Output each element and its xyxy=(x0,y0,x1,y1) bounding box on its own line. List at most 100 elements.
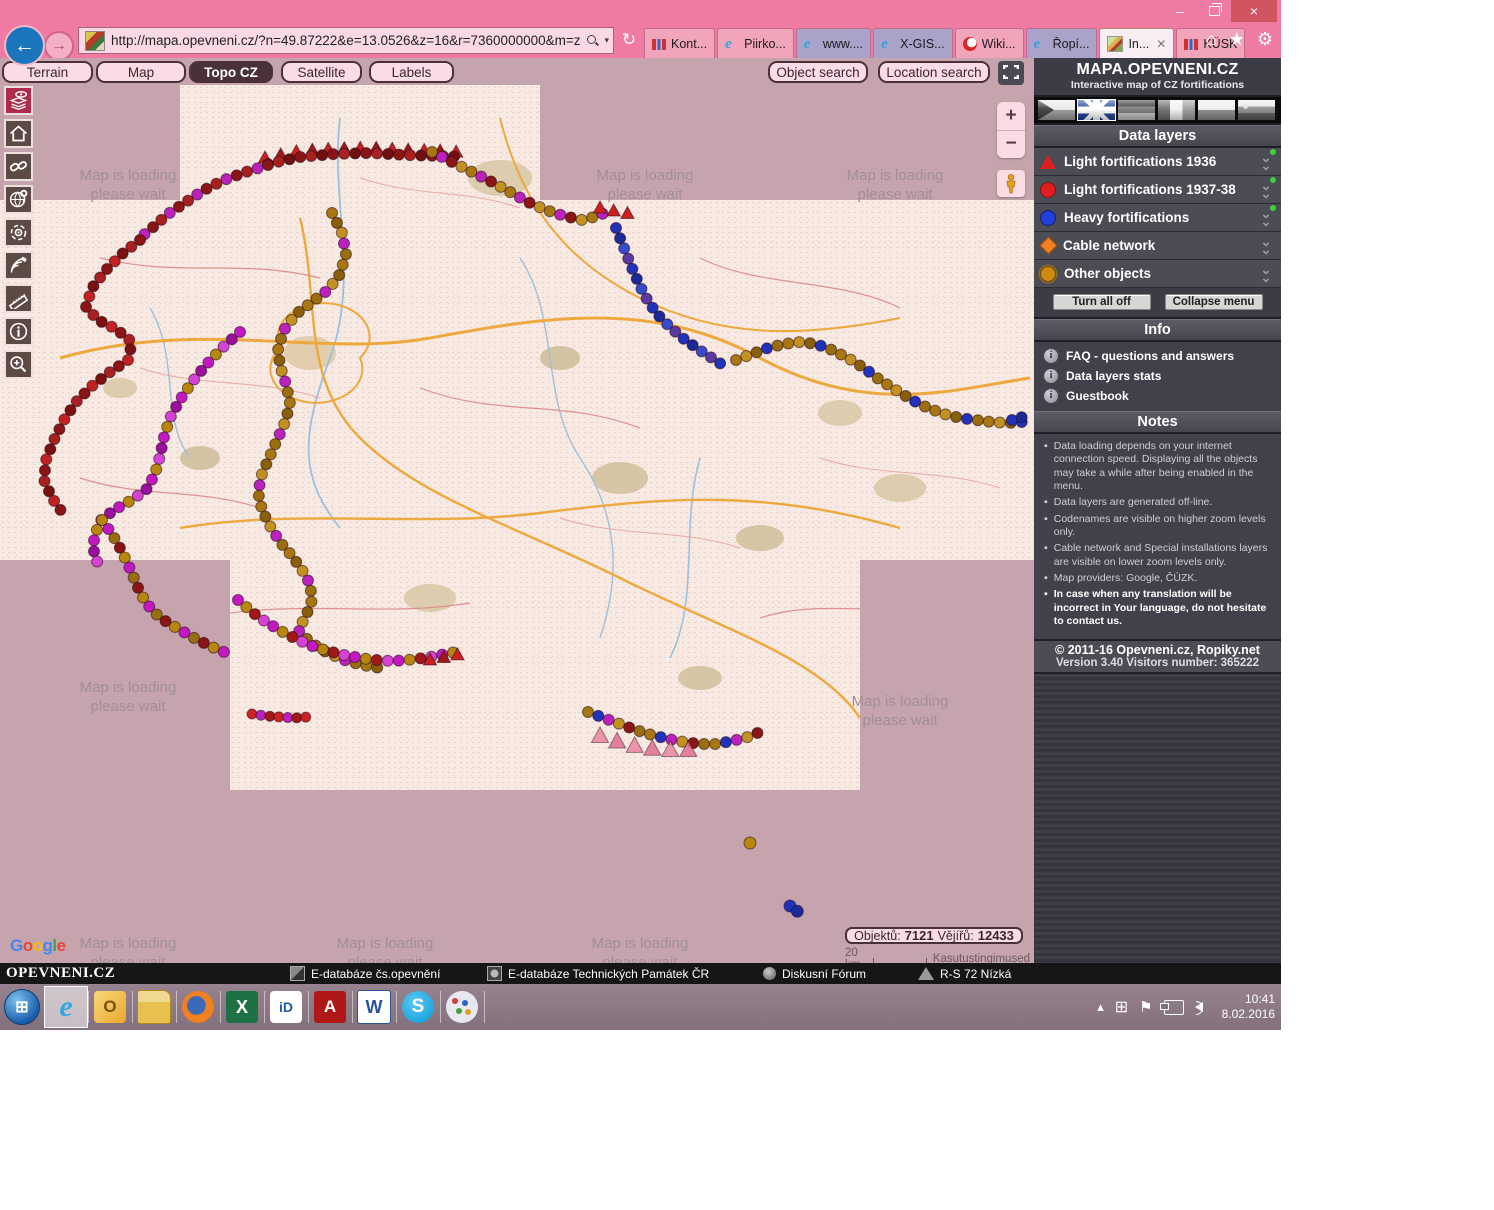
address-bar[interactable]: http://mapa.opevneni.cz/?n=49.87222&e=13… xyxy=(78,27,614,54)
browser-tab[interactable]: In...✕ xyxy=(1099,28,1174,58)
google-logo[interactable]: Google xyxy=(10,936,66,956)
excel-taskbar-icon[interactable]: X xyxy=(221,987,263,1027)
map-loading-text: Map is loadingplease wait xyxy=(337,934,434,963)
back-button[interactable]: ← xyxy=(4,25,45,66)
permalink-button[interactable] xyxy=(4,152,33,181)
german-flag[interactable] xyxy=(1118,100,1155,120)
minimize-button[interactable]: – xyxy=(1163,0,1197,22)
czech-flag[interactable] xyxy=(1038,100,1075,120)
home-icon[interactable]: ⌂ xyxy=(1206,29,1217,50)
tray-expand-icon[interactable]: ▴ xyxy=(1097,999,1104,1015)
map-loading-text: Map is loadingplease wait xyxy=(597,166,694,204)
link-forum[interactable]: Diskusní Fórum xyxy=(763,967,866,981)
firefox-taskbar-icon[interactable] xyxy=(177,987,219,1027)
restore-icon xyxy=(1209,6,1220,16)
link-rs72[interactable]: R-S 72 Nízká xyxy=(918,967,1011,981)
settings-gear-icon[interactable]: ⚙ xyxy=(1257,29,1273,50)
gps-tracking-button[interactable] xyxy=(4,251,33,280)
browser-tab[interactable]: Kont... xyxy=(644,28,715,58)
taskbar-apps: ⊞eO XiDAWS xyxy=(0,987,484,1027)
skype-icon: S xyxy=(402,991,434,1023)
clock[interactable]: 10:41 8.02.2016 xyxy=(1222,992,1275,1022)
zoom-out-button[interactable]: − xyxy=(997,130,1025,158)
browser-tab[interactable]: Wiki... xyxy=(955,28,1024,58)
speaker-icon[interactable] xyxy=(1195,1002,1203,1012)
map-type-satellite[interactable]: Satellite xyxy=(281,61,362,83)
windows-tray-icon[interactable]: ⊞ xyxy=(1115,997,1128,1017)
fortification-markers[interactable] xyxy=(39,141,1027,917)
explorer-taskbar-icon[interactable] xyxy=(133,987,175,1027)
zoom-in-button[interactable]: + xyxy=(997,102,1025,130)
restore-button[interactable] xyxy=(1197,0,1231,22)
search-icon[interactable] xyxy=(587,35,599,47)
location-search-button[interactable]: Location search xyxy=(878,61,990,83)
expand-chevron-icon[interactable]: ⌄⌄ xyxy=(1257,266,1275,282)
layers-visibility-button[interactable] xyxy=(4,86,33,115)
marker-chain-east-gold xyxy=(731,337,1028,429)
ie-tab-icon: e xyxy=(725,37,739,51)
data-layers-stats-link[interactable]: iData layers stats xyxy=(1034,366,1281,386)
faq-link[interactable]: iFAQ - questions and answers xyxy=(1034,346,1281,366)
layer-row-light-1937[interactable]: Light fortifications 1937-38 ⌄⌄ xyxy=(1034,176,1281,204)
favorites-star-icon[interactable]: ★ xyxy=(1229,29,1245,50)
object-search-button[interactable]: Object search xyxy=(768,61,868,83)
paint-icon xyxy=(446,991,478,1023)
zoom-search-button[interactable] xyxy=(4,350,33,379)
link-edatabaze-pamatek[interactable]: E-databáze Technických Památek ČR xyxy=(487,966,709,981)
browser-tab[interactable]: eŘopí... xyxy=(1026,28,1098,58)
chart-tab-icon xyxy=(652,39,666,50)
expand-chevron-icon[interactable]: ⌄⌄ xyxy=(1257,182,1275,198)
sidebar: MAPA.OPEVNENI.CZ Interactive map of CZ f… xyxy=(1034,58,1281,963)
polish-flag[interactable] xyxy=(1198,100,1235,120)
fullscreen-button[interactable] xyxy=(998,61,1024,85)
home-button[interactable] xyxy=(4,119,33,148)
browser-tab[interactable]: eX-GIS... xyxy=(873,28,952,58)
french-flag[interactable] xyxy=(1158,100,1195,120)
note-item: ▪Map providers: Google, ČÚZK. xyxy=(1044,572,1273,585)
ie-taskbar-icon[interactable]: e xyxy=(45,987,87,1027)
layer-row-cable[interactable]: Cable network ⌄⌄ xyxy=(1034,232,1281,260)
tray-date: 8.02.2016 xyxy=(1222,1007,1275,1021)
forward-button[interactable]: → xyxy=(44,31,74,61)
map-type-labels[interactable]: Labels xyxy=(369,61,454,83)
link-edatabaze-cs[interactable]: E-databáze čs.opevnění xyxy=(290,966,440,981)
refresh-button[interactable]: ↻ xyxy=(618,30,640,50)
browser-tab[interactable]: ewww.... xyxy=(796,28,871,58)
browser-tab[interactable]: ePiirko... xyxy=(717,28,794,58)
layer-row-other[interactable]: Other objects ⌄⌄ xyxy=(1034,260,1281,288)
digidoc-taskbar-icon[interactable]: iD xyxy=(265,987,307,1027)
action-center-flag-icon[interactable]: ⚑ xyxy=(1139,998,1152,1016)
tab-close-icon[interactable]: ✕ xyxy=(1156,37,1166,51)
russian-flag[interactable] xyxy=(1238,100,1275,120)
expand-chevron-icon[interactable]: ⌄⌄ xyxy=(1257,154,1275,170)
globe-location-button[interactable] xyxy=(4,185,33,214)
guestbook-link[interactable]: iGuestbook xyxy=(1034,386,1281,406)
start-taskbar-icon[interactable]: ⊞ xyxy=(1,987,43,1027)
paint-taskbar-icon[interactable] xyxy=(441,987,483,1027)
pegman-streetview-button[interactable] xyxy=(997,170,1025,197)
close-button[interactable]: × xyxy=(1231,0,1277,22)
map-type-map[interactable]: Map xyxy=(96,61,186,83)
collapse-menu-button[interactable]: Collapse menu xyxy=(1165,294,1263,310)
terms-link[interactable]: Kasutustingimused xyxy=(933,953,1030,963)
map-type-topo-cz[interactable]: Topo CZ xyxy=(189,61,273,83)
network-icon[interactable] xyxy=(1164,1000,1184,1015)
map-viewport[interactable]: Map is loadingplease wait Map is loadingp… xyxy=(0,58,1034,963)
brand-logo[interactable]: OPEVNENI.CZ xyxy=(6,965,115,982)
center-target-button[interactable] xyxy=(4,218,33,247)
measure-ruler-button[interactable] xyxy=(4,284,33,313)
info-button[interactable] xyxy=(4,317,33,346)
layer-row-light-1936[interactable]: Light fortifications 1936 ⌄⌄ xyxy=(1034,148,1281,176)
skype-taskbar-icon[interactable]: S xyxy=(397,987,439,1027)
turn-all-off-button[interactable]: Turn all off xyxy=(1053,294,1151,310)
expand-chevron-icon[interactable]: ⌄⌄ xyxy=(1257,238,1275,254)
acrobat-taskbar-icon[interactable]: A xyxy=(309,987,351,1027)
word-taskbar-icon[interactable]: W xyxy=(353,987,395,1027)
chevron-down-icon[interactable]: ▾ xyxy=(604,35,609,46)
url-text[interactable]: http://mapa.opevneni.cz/?n=49.87222&e=13… xyxy=(111,33,587,48)
layer-enabled-dot xyxy=(1270,149,1276,155)
english-flag[interactable] xyxy=(1078,100,1115,120)
outlook-taskbar-icon[interactable]: O xyxy=(89,987,131,1027)
layer-row-heavy[interactable]: Heavy fortifications ⌄⌄ xyxy=(1034,204,1281,232)
expand-chevron-icon[interactable]: ⌄⌄ xyxy=(1257,210,1275,226)
